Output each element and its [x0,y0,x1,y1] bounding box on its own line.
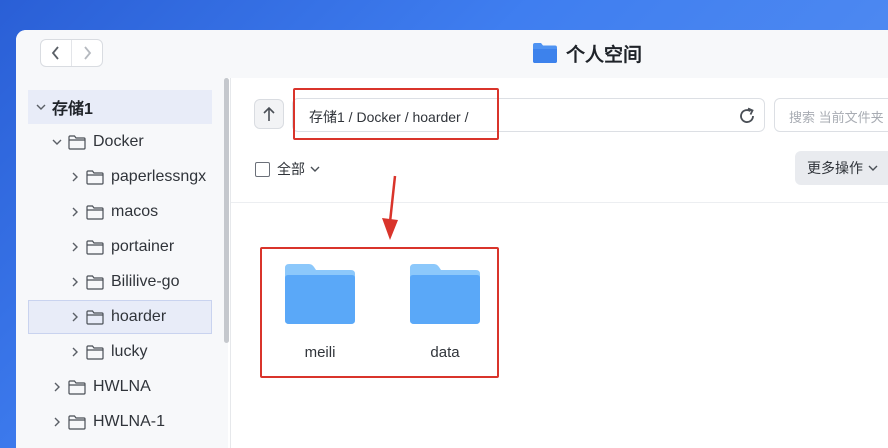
title-bar: 个人空间 [16,30,888,78]
chevron-down-icon[interactable] [34,100,48,114]
tree-item-docker[interactable]: Docker [28,125,212,159]
tree-item-label: lucky [111,343,148,360]
refresh-button[interactable] [736,105,758,127]
chevron-right-icon[interactable] [50,380,64,394]
annotation-highlight-path [293,88,499,140]
folder-outline-icon [86,169,104,185]
folder-outline-icon [86,204,104,220]
tree-item-hwlna-1[interactable]: HWLNA-1 [28,405,212,439]
sidebar-scrollbar[interactable] [224,78,229,343]
select-all-checkbox[interactable] [255,161,270,177]
tree-item-bililive-go[interactable]: Bililive-go [28,265,212,299]
folder-outline-icon [68,379,86,395]
tree-item-portainer[interactable]: portainer [28,230,212,264]
file-manager-window: 个人空间 存储1 Docker paperlessngx macos porta… [16,30,888,448]
chevron-right-icon[interactable] [68,345,82,359]
folder-outline-icon [68,134,86,150]
folder-outline-icon [86,274,104,290]
tree-item-lucky[interactable]: lucky [28,335,212,369]
tree-item-hwlna[interactable]: HWLNA [28,370,212,404]
chevron-right-icon[interactable] [68,170,82,184]
chevron-right-icon[interactable] [68,205,82,219]
forward-button[interactable] [71,40,102,66]
annotation-arrow-icon [382,175,398,240]
more-actions-label: 更多操作 [807,160,863,176]
annotation-highlight-folders [260,247,499,378]
chevron-right-icon [84,46,92,60]
main-panel: 存储1 / Docker / hoarder / 搜索 当前文件夹 全部 更多操… [231,78,888,448]
chevron-left-icon [52,46,59,60]
folder-tree-sidebar: 存储1 Docker paperlessngx macos portainer … [16,78,228,448]
tree-item-label: hoarder [111,308,167,325]
chevron-down-icon[interactable] [309,164,321,174]
tree-item-paperlessngx[interactable]: paperlessngx [28,160,212,194]
parent-folder-button[interactable] [254,99,284,129]
tree-item-label: HWLNA-1 [93,413,166,430]
more-actions-button[interactable]: 更多操作 [795,151,888,185]
window-title: 个人空间 [532,40,642,66]
chevron-right-icon[interactable] [68,275,82,289]
search-placeholder: 搜索 当前文件夹 [789,110,884,125]
refresh-icon [740,107,754,123]
navigation-buttons [40,39,103,67]
folder-outline-icon [86,309,104,325]
folder-outline-icon [68,414,86,430]
back-button[interactable] [41,40,71,66]
tree-item-label: 存储1 [52,101,93,118]
chevron-right-icon[interactable] [68,240,82,254]
tree-item-label: portainer [111,238,175,255]
folder-icon [533,43,557,63]
select-all[interactable]: 全部 [255,159,321,179]
chevron-right-icon[interactable] [68,310,82,324]
select-all-label: 全部 [277,161,305,177]
tree-item-storage1[interactable]: 存储1 [28,90,212,124]
tree-item-hoarder[interactable]: hoarder [28,300,212,334]
window-title-text: 个人空间 [566,44,643,66]
tree-item-label: macos [111,203,159,220]
folder-outline-icon [86,344,104,360]
tree-item-label: paperlessngx [111,168,207,185]
tree-item-label: Docker [93,133,144,150]
tree-item-macos[interactable]: macos [28,195,212,229]
tree-item-label: HWLNA [93,378,151,395]
tree-item-label: Bililive-go [111,273,180,290]
chevron-right-icon[interactable] [50,415,64,429]
chevron-down-icon [868,165,878,171]
chevron-down-icon[interactable] [50,135,64,149]
search-input[interactable]: 搜索 当前文件夹 [774,98,888,132]
toolbar-divider [231,202,888,203]
folder-outline-icon [86,239,104,255]
arrow-up-icon [263,106,275,121]
